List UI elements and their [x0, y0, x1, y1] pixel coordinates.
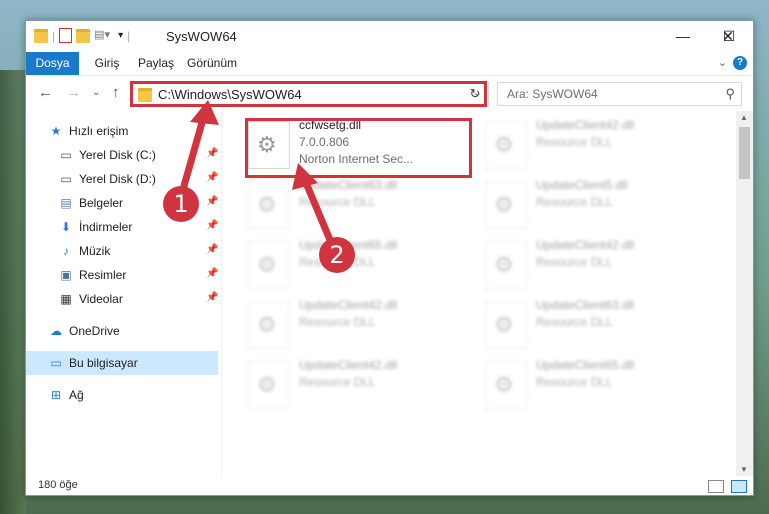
- callout-1: 1: [163, 186, 199, 222]
- arrow-1-head: [190, 100, 219, 125]
- arrow-2-line: [300, 174, 334, 244]
- annotation-overlay: [180, 100, 334, 244]
- arrow-2-head: [292, 163, 318, 190]
- callout-2: 2: [319, 237, 355, 273]
